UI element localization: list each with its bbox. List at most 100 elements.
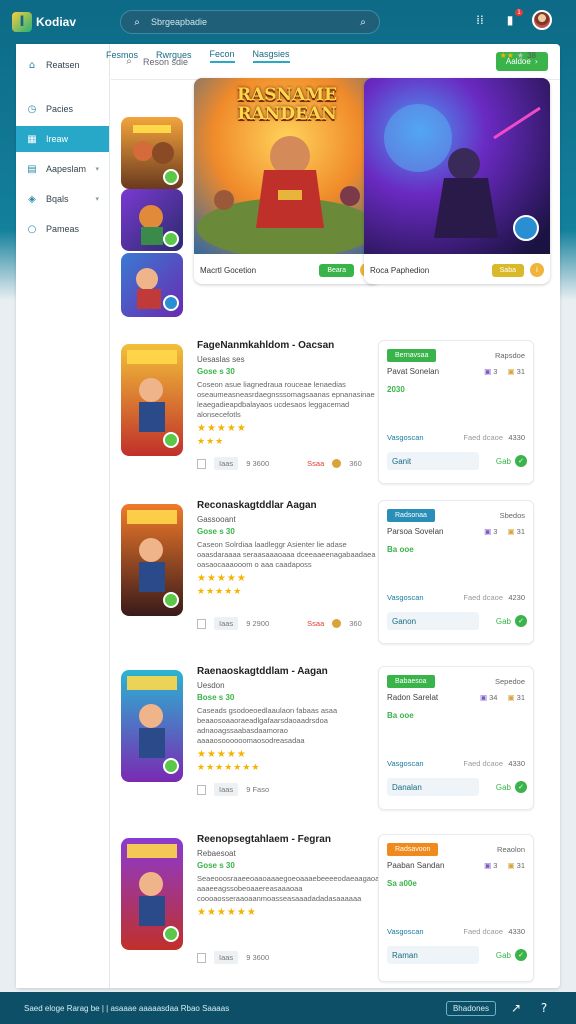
card-line-2: Ba ooe	[387, 711, 414, 720]
card-link[interactable]: Vasgoscan	[387, 759, 424, 768]
card-field[interactable]: Ganit	[387, 452, 479, 470]
search-submit-icon[interactable]: ⌕	[355, 17, 371, 28]
card-link[interactable]: Vasgoscan	[387, 593, 424, 602]
sidebar-item-2[interactable]: ◷ Pacies	[16, 96, 109, 122]
rating-stars: ★★★★★	[197, 573, 247, 584]
game-description: Caseads gsodoeoedlaaulaon fabaas asaa be…	[197, 706, 338, 745]
card-go-button[interactable]: Gab ✓	[483, 949, 527, 961]
help-icon[interactable]: ?	[536, 1001, 552, 1015]
game-row[interactable]: FageNanmkahldom - Oacsan Uesaslas ses Go…	[121, 340, 377, 490]
info-icon[interactable]: i	[530, 263, 544, 277]
sidebar-item-4[interactable]: ▤ Aapeslam ▾	[16, 156, 109, 182]
game-row[interactable]: Reconaskagtddlar Aagan Gassooant Gose s …	[121, 500, 377, 650]
apps-grid-icon[interactable]: ⁞⁞	[472, 13, 488, 27]
rating-stars-secondary: ★★★★★	[197, 587, 243, 597]
notification-badge: 1	[515, 9, 523, 16]
meta-2: 9 2900	[246, 619, 270, 628]
game-thumbnail[interactable]	[121, 670, 183, 782]
global-search[interactable]: ⌕ Sbrgeapbadie ⌕	[120, 10, 380, 34]
card-field[interactable]: Danalan	[387, 778, 479, 796]
card-go-button[interactable]: Gab ✓	[483, 455, 527, 467]
footer-text: Saed eloge Rarag be | | asaaae aaaaasdaa…	[24, 1003, 230, 1013]
featured-art-title: RASNAME RANDEAN	[236, 85, 338, 124]
game-title[interactable]: FageNanmkahldom - Oacsan	[197, 340, 383, 351]
chevron-down-icon[interactable]: ▾	[95, 165, 99, 173]
tab-2[interactable]: Rwrgues	[156, 48, 192, 62]
featured-button[interactable]: Saba	[491, 263, 524, 277]
card-link[interactable]: Vasgoscan	[387, 433, 424, 442]
game-subtitle: Rebaesoat	[197, 849, 236, 858]
featured-footer: Roca Paphedion Saba i	[364, 256, 550, 284]
game-price: Bose s 30	[197, 693, 235, 702]
rating-stars: ★★★★★	[197, 749, 247, 760]
card-field[interactable]: Raman	[387, 946, 479, 964]
card-link-2[interactable]: Faed dcaoe	[463, 759, 503, 768]
game-row[interactable]: Reenopsegtahlaem - Fegran Rebaesoat Gose…	[121, 834, 392, 984]
top-rating[interactable]: ★★ ★ 38	[500, 51, 536, 60]
tab-4[interactable]: Nasgsies	[252, 47, 290, 63]
meta-3: Ssaa	[307, 459, 325, 468]
tab-3[interactable]: Fecon	[209, 47, 235, 63]
tag-icon: ◈	[28, 193, 36, 205]
status-badge: Bernavsaa	[387, 349, 437, 362]
search-icon: ⌕	[134, 16, 140, 28]
card-line-1: Paaban Sandan	[387, 861, 445, 870]
star-empty-icon: ★	[516, 50, 525, 60]
sidebar-item-label: Reatsen	[46, 60, 80, 70]
game-thumbnail[interactable]	[121, 504, 183, 616]
game-side-card[interactable]: Babaesoa Sepedoe Radon Sarelat ▣ 34 ▣ 31…	[378, 666, 534, 810]
stat-2: ▣ 31	[507, 693, 525, 702]
stat-2: ▣ 31	[507, 367, 525, 376]
game-details: FageNanmkahldom - Oacsan Uesaslas ses Go…	[197, 340, 383, 470]
game-side-card[interactable]: Bernavsaa Rapsdoe Pavat Sonelan ▣ 3 ▣ 31…	[378, 340, 534, 484]
featured-card[interactable]: RASNAME RANDEAN Macrtl Gocetion Beara i	[194, 78, 380, 284]
featured-button[interactable]: Beara	[319, 263, 354, 277]
game-side-card[interactable]: Radsavoon Reaolon Paaban Sandan ▣ 3 ▣ 31…	[378, 834, 534, 982]
sidebar-item-1[interactable]: ⌂ Reatsen	[16, 52, 109, 78]
sidebar-item-6[interactable]: ○ Pameas	[16, 216, 109, 242]
game-title[interactable]: Reenopsegtahlaem - Fegran	[197, 834, 383, 845]
card-link-2[interactable]: Faed dcaoe	[463, 927, 503, 936]
game-title[interactable]: Reconaskagtddlar Aagan	[197, 500, 383, 511]
card-action-bar: Danalan Gab ✓	[387, 777, 527, 797]
logo-icon: I	[12, 12, 32, 32]
featured-thumb[interactable]	[121, 189, 183, 251]
featured-art	[364, 78, 550, 254]
tab-1[interactable]: Fesmos	[106, 48, 138, 62]
game-side-card[interactable]: Radsonaa Sbedos Parsoa Sovelan ▣ 3 ▣ 31 …	[378, 500, 534, 644]
doc-icon	[197, 952, 206, 963]
card-action-bar: Ganit Gab ✓	[387, 451, 527, 471]
user-avatar[interactable]	[532, 10, 552, 30]
rating-count: 38	[527, 50, 536, 60]
chevron-down-icon[interactable]: ▾	[95, 195, 99, 203]
card-count: 4330	[508, 759, 525, 768]
status-badge: Radsonaa	[387, 509, 435, 522]
featured-card[interactable]: Roca Paphedion Saba i	[364, 78, 550, 284]
card-link[interactable]: Vasgoscan	[387, 927, 424, 936]
game-row[interactable]: Raenaoskagtddlam - Aagan Uesdon Bose s 3…	[121, 666, 377, 816]
card-top-label: Sbedos	[499, 511, 525, 520]
sidebar-item-5[interactable]: ◈ Bqals ▾	[16, 186, 109, 212]
card-field[interactable]: Ganon	[387, 612, 479, 630]
featured-thumb[interactable]	[121, 253, 183, 317]
footer-button[interactable]: Bhadones	[445, 1000, 496, 1016]
card-link-2[interactable]: Faed dcaoe	[463, 593, 503, 602]
game-thumbnail[interactable]	[121, 838, 183, 950]
card-go-button[interactable]: Gab ✓	[483, 781, 527, 793]
featured-thumb[interactable]	[121, 117, 183, 189]
sidebar-item-label: Ireaw	[46, 134, 69, 144]
card-go-button[interactable]: Gab ✓	[483, 615, 527, 627]
card-line-1: Pavat Sonelan	[387, 367, 440, 376]
game-details: Reenopsegtahlaem - Fegran Rebaesoat Gose…	[197, 834, 392, 964]
notification-bell-icon[interactable]: ▮ 1	[502, 9, 523, 27]
rating-stars: ★★★★★	[197, 423, 247, 434]
bookmark-icon: ▤	[27, 163, 37, 175]
app-logo[interactable]: I Kodiav	[12, 12, 120, 32]
sidebar-item-3[interactable]: ▦ Ireaw	[16, 126, 109, 152]
game-title[interactable]: Raenaoskagtddlam - Aagan	[197, 666, 383, 677]
game-thumbnail[interactable]	[121, 344, 183, 456]
card-link-2[interactable]: Faed dcaoe	[463, 433, 503, 442]
card-line-1: Parsoa Sovelan	[387, 527, 444, 536]
stat-1: ▣ 3	[484, 861, 498, 870]
share-icon[interactable]: ↗	[508, 1001, 524, 1015]
